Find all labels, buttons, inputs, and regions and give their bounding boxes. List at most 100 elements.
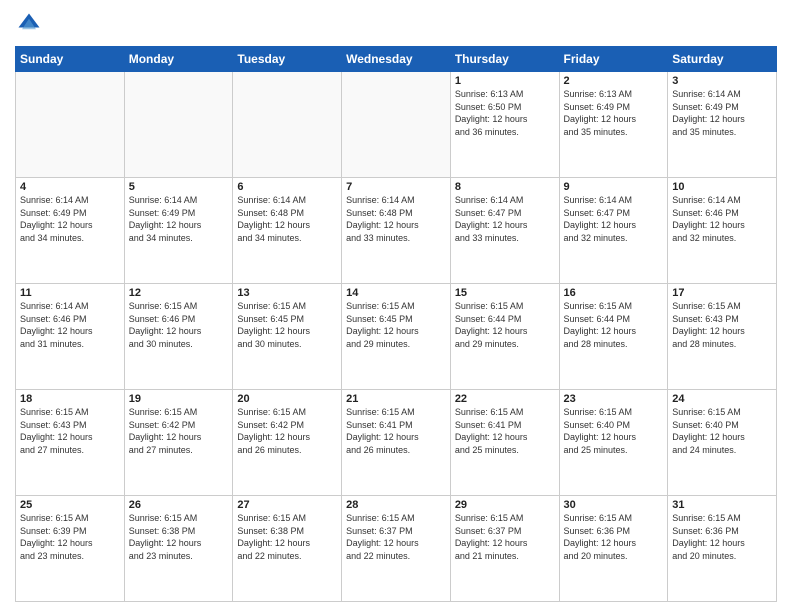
day-info: Sunrise: 6:13 AM Sunset: 6:49 PM Dayligh… [564,88,664,138]
calendar-cell [342,72,451,178]
day-number: 15 [455,287,555,299]
weekday-header-saturday: Saturday [668,47,777,72]
calendar-week-3: 11Sunrise: 6:14 AM Sunset: 6:46 PM Dayli… [16,284,777,390]
day-info: Sunrise: 6:15 AM Sunset: 6:46 PM Dayligh… [129,300,229,350]
calendar-cell: 22Sunrise: 6:15 AM Sunset: 6:41 PM Dayli… [450,390,559,496]
day-info: Sunrise: 6:15 AM Sunset: 6:41 PM Dayligh… [455,406,555,456]
calendar-cell: 17Sunrise: 6:15 AM Sunset: 6:43 PM Dayli… [668,284,777,390]
day-info: Sunrise: 6:15 AM Sunset: 6:36 PM Dayligh… [672,512,772,562]
day-info: Sunrise: 6:14 AM Sunset: 6:47 PM Dayligh… [564,194,664,244]
day-number: 12 [129,287,229,299]
day-info: Sunrise: 6:15 AM Sunset: 6:40 PM Dayligh… [672,406,772,456]
day-info: Sunrise: 6:15 AM Sunset: 6:37 PM Dayligh… [455,512,555,562]
weekday-header-wednesday: Wednesday [342,47,451,72]
day-info: Sunrise: 6:15 AM Sunset: 6:45 PM Dayligh… [237,300,337,350]
calendar-cell: 31Sunrise: 6:15 AM Sunset: 6:36 PM Dayli… [668,496,777,602]
calendar-cell: 11Sunrise: 6:14 AM Sunset: 6:46 PM Dayli… [16,284,125,390]
calendar-cell: 28Sunrise: 6:15 AM Sunset: 6:37 PM Dayli… [342,496,451,602]
calendar-week-2: 4Sunrise: 6:14 AM Sunset: 6:49 PM Daylig… [16,178,777,284]
day-number: 28 [346,499,446,511]
weekday-header-tuesday: Tuesday [233,47,342,72]
day-info: Sunrise: 6:15 AM Sunset: 6:44 PM Dayligh… [564,300,664,350]
day-info: Sunrise: 6:15 AM Sunset: 6:42 PM Dayligh… [237,406,337,456]
calendar-cell [233,72,342,178]
calendar-week-5: 25Sunrise: 6:15 AM Sunset: 6:39 PM Dayli… [16,496,777,602]
day-info: Sunrise: 6:15 AM Sunset: 6:37 PM Dayligh… [346,512,446,562]
day-number: 17 [672,287,772,299]
calendar-cell: 21Sunrise: 6:15 AM Sunset: 6:41 PM Dayli… [342,390,451,496]
day-number: 18 [20,393,120,405]
day-number: 2 [564,75,664,87]
day-info: Sunrise: 6:14 AM Sunset: 6:48 PM Dayligh… [346,194,446,244]
calendar-cell: 24Sunrise: 6:15 AM Sunset: 6:40 PM Dayli… [668,390,777,496]
day-info: Sunrise: 6:13 AM Sunset: 6:50 PM Dayligh… [455,88,555,138]
weekday-header-sunday: Sunday [16,47,125,72]
calendar-cell: 5Sunrise: 6:14 AM Sunset: 6:49 PM Daylig… [124,178,233,284]
day-info: Sunrise: 6:15 AM Sunset: 6:42 PM Dayligh… [129,406,229,456]
day-info: Sunrise: 6:15 AM Sunset: 6:36 PM Dayligh… [564,512,664,562]
day-number: 9 [564,181,664,193]
day-number: 23 [564,393,664,405]
day-info: Sunrise: 6:14 AM Sunset: 6:47 PM Dayligh… [455,194,555,244]
weekday-row: SundayMondayTuesdayWednesdayThursdayFrid… [16,47,777,72]
day-info: Sunrise: 6:14 AM Sunset: 6:48 PM Dayligh… [237,194,337,244]
calendar-cell: 26Sunrise: 6:15 AM Sunset: 6:38 PM Dayli… [124,496,233,602]
calendar-cell: 29Sunrise: 6:15 AM Sunset: 6:37 PM Dayli… [450,496,559,602]
day-info: Sunrise: 6:14 AM Sunset: 6:46 PM Dayligh… [20,300,120,350]
weekday-header-monday: Monday [124,47,233,72]
calendar-cell: 15Sunrise: 6:15 AM Sunset: 6:44 PM Dayli… [450,284,559,390]
calendar-table: SundayMondayTuesdayWednesdayThursdayFrid… [15,46,777,602]
day-number: 6 [237,181,337,193]
day-info: Sunrise: 6:15 AM Sunset: 6:41 PM Dayligh… [346,406,446,456]
calendar-cell: 8Sunrise: 6:14 AM Sunset: 6:47 PM Daylig… [450,178,559,284]
logo-icon [15,10,43,38]
day-number: 26 [129,499,229,511]
calendar-cell: 7Sunrise: 6:14 AM Sunset: 6:48 PM Daylig… [342,178,451,284]
day-number: 1 [455,75,555,87]
calendar-cell: 4Sunrise: 6:14 AM Sunset: 6:49 PM Daylig… [16,178,125,284]
calendar-cell [124,72,233,178]
day-info: Sunrise: 6:15 AM Sunset: 6:44 PM Dayligh… [455,300,555,350]
day-number: 14 [346,287,446,299]
day-info: Sunrise: 6:15 AM Sunset: 6:43 PM Dayligh… [20,406,120,456]
day-number: 19 [129,393,229,405]
weekday-header-friday: Friday [559,47,668,72]
day-info: Sunrise: 6:15 AM Sunset: 6:38 PM Dayligh… [237,512,337,562]
calendar-cell: 30Sunrise: 6:15 AM Sunset: 6:36 PM Dayli… [559,496,668,602]
day-number: 25 [20,499,120,511]
calendar-cell: 9Sunrise: 6:14 AM Sunset: 6:47 PM Daylig… [559,178,668,284]
logo [15,10,47,38]
calendar-cell: 20Sunrise: 6:15 AM Sunset: 6:42 PM Dayli… [233,390,342,496]
day-number: 3 [672,75,772,87]
day-info: Sunrise: 6:15 AM Sunset: 6:45 PM Dayligh… [346,300,446,350]
calendar-cell: 1Sunrise: 6:13 AM Sunset: 6:50 PM Daylig… [450,72,559,178]
calendar-cell: 6Sunrise: 6:14 AM Sunset: 6:48 PM Daylig… [233,178,342,284]
day-info: Sunrise: 6:15 AM Sunset: 6:39 PM Dayligh… [20,512,120,562]
page: SundayMondayTuesdayWednesdayThursdayFrid… [0,0,792,612]
day-number: 31 [672,499,772,511]
calendar-week-1: 1Sunrise: 6:13 AM Sunset: 6:50 PM Daylig… [16,72,777,178]
calendar-cell: 10Sunrise: 6:14 AM Sunset: 6:46 PM Dayli… [668,178,777,284]
calendar-cell: 19Sunrise: 6:15 AM Sunset: 6:42 PM Dayli… [124,390,233,496]
header [15,10,777,38]
calendar-header: SundayMondayTuesdayWednesdayThursdayFrid… [16,47,777,72]
calendar-cell [16,72,125,178]
day-number: 21 [346,393,446,405]
day-info: Sunrise: 6:14 AM Sunset: 6:49 PM Dayligh… [129,194,229,244]
day-number: 11 [20,287,120,299]
calendar-cell: 3Sunrise: 6:14 AM Sunset: 6:49 PM Daylig… [668,72,777,178]
calendar-cell: 12Sunrise: 6:15 AM Sunset: 6:46 PM Dayli… [124,284,233,390]
calendar-cell: 23Sunrise: 6:15 AM Sunset: 6:40 PM Dayli… [559,390,668,496]
day-info: Sunrise: 6:15 AM Sunset: 6:43 PM Dayligh… [672,300,772,350]
day-number: 7 [346,181,446,193]
day-number: 5 [129,181,229,193]
day-info: Sunrise: 6:15 AM Sunset: 6:40 PM Dayligh… [564,406,664,456]
calendar-cell: 16Sunrise: 6:15 AM Sunset: 6:44 PM Dayli… [559,284,668,390]
calendar-cell: 2Sunrise: 6:13 AM Sunset: 6:49 PM Daylig… [559,72,668,178]
calendar-cell: 18Sunrise: 6:15 AM Sunset: 6:43 PM Dayli… [16,390,125,496]
day-number: 13 [237,287,337,299]
day-number: 20 [237,393,337,405]
calendar-cell: 13Sunrise: 6:15 AM Sunset: 6:45 PM Dayli… [233,284,342,390]
day-number: 8 [455,181,555,193]
calendar-week-4: 18Sunrise: 6:15 AM Sunset: 6:43 PM Dayli… [16,390,777,496]
